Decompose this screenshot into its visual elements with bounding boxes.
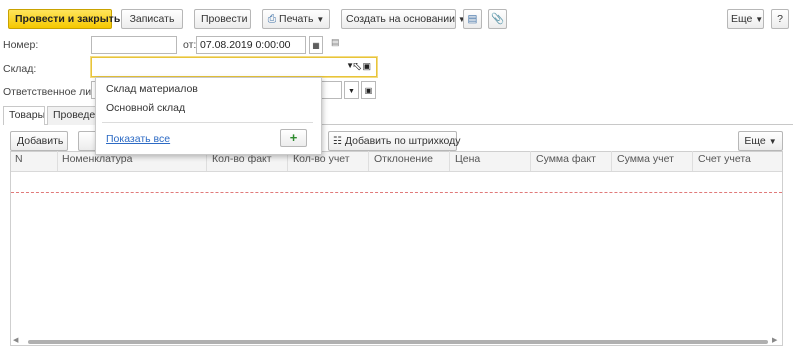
tab-posting[interactable]: Проведение: [47, 106, 97, 125]
warehouse-label: Склад:: [3, 63, 37, 75]
save-button[interactable]: Записать: [121, 9, 183, 29]
more-button-label: Еще: [731, 13, 753, 25]
calendar-button[interactable]: ▦: [309, 36, 323, 54]
help-button[interactable]: ?: [771, 9, 789, 29]
create-based-on-label: Создать на основании: [346, 13, 455, 25]
open-item-icon: ▣: [364, 86, 373, 95]
responsible-dropdown-button[interactable]: ▼: [344, 81, 359, 99]
add-row-button[interactable]: Добавить: [10, 131, 68, 151]
open-item-icon[interactable]: ▣: [362, 58, 371, 74]
table-more-label: Еще: [744, 135, 766, 147]
column-separator: [449, 151, 450, 171]
print-button-label: Печать: [279, 13, 314, 25]
report-icon-button[interactable]: ▤: [463, 9, 482, 29]
column-separator: [530, 151, 531, 171]
column-header-n[interactable]: N: [15, 153, 23, 165]
number-field[interactable]: [91, 36, 177, 54]
column-header-sum-actual[interactable]: Сумма факт: [536, 153, 596, 165]
printer-icon: ⎙: [267, 13, 277, 25]
dropdown-item[interactable]: Склад материалов: [106, 83, 198, 95]
calendar-icon: ▦: [312, 41, 320, 50]
create-item-button[interactable]: +: [280, 129, 307, 147]
post-and-close-button[interactable]: Провести и закрыть: [8, 9, 120, 29]
attachment-button[interactable]: 📎: [488, 9, 507, 29]
column-header-sum-book[interactable]: Сумма учет: [617, 153, 674, 165]
warehouse-field[interactable]: ▼ ▣: [91, 57, 377, 77]
number-label: Номер:: [3, 39, 39, 51]
column-header-deviation[interactable]: Отклонение: [374, 153, 433, 165]
mouse-cursor-icon: ⬁: [352, 59, 363, 73]
scroll-right-icon[interactable]: ▶: [772, 336, 777, 344]
scroll-left-icon[interactable]: ◀: [13, 336, 18, 344]
warehouse-dropdown: Склад материалов Основной склад Показать…: [95, 77, 322, 155]
horizontal-scrollbar[interactable]: [28, 340, 768, 344]
column-header-account[interactable]: Счет учета: [698, 153, 751, 165]
more-button[interactable]: Еще ▼: [727, 9, 764, 29]
dropdown-item[interactable]: Основной склад: [106, 102, 185, 114]
tab-goods[interactable]: Товары: [3, 106, 45, 125]
date-field[interactable]: 07.08.2019 0:00:00: [196, 36, 306, 54]
table-more-button[interactable]: Еще ▼: [738, 131, 783, 151]
chevron-down-icon: ▼: [316, 15, 325, 24]
column-separator: [368, 151, 369, 171]
barcode-icon: ☷: [333, 136, 342, 147]
chevron-down-icon: ▼: [768, 137, 777, 146]
add-by-barcode-label: Добавить по штрихкоду: [344, 135, 461, 147]
date-from-label: от:: [183, 39, 197, 51]
plus-icon: +: [289, 130, 298, 145]
create-based-on-button[interactable]: Создать на основании ▼: [341, 9, 466, 29]
responsible-open-button[interactable]: ▣: [361, 81, 376, 99]
report-icon: ▤: [467, 13, 478, 25]
column-separator: [611, 151, 612, 171]
table-row-divider: [11, 192, 782, 193]
show-all-link[interactable]: Показать все: [106, 133, 170, 145]
column-header-price[interactable]: Цена: [455, 153, 480, 165]
dropdown-divider: [102, 122, 313, 123]
chevron-down-icon: ▼: [755, 15, 764, 24]
add-by-barcode-button[interactable]: ☷ Добавить по штрихкоду: [328, 131, 461, 151]
date-settings-icon[interactable]: ▤: [331, 37, 340, 48]
print-button[interactable]: ⎙ Печать ▼: [262, 9, 330, 29]
paperclip-icon: 📎: [490, 13, 505, 25]
goods-table: [10, 151, 783, 346]
chevron-down-icon: ▼: [348, 88, 355, 95]
post-button[interactable]: Провести: [194, 9, 251, 29]
column-separator: [692, 151, 693, 171]
column-separator: [57, 151, 58, 171]
